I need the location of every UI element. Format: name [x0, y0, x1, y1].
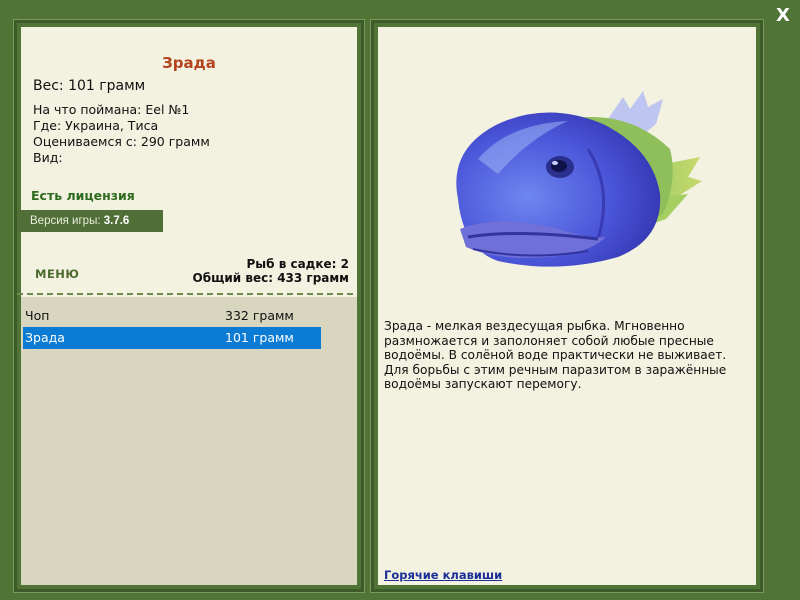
caught-on: На что поймана: Eel №1 [33, 102, 190, 117]
version-badge: Версия игры: 3.7.6 [18, 210, 163, 232]
version-value: 3.7.6 [103, 215, 130, 227]
fish-picture-panel: Зрада - мелкая вездесущая рыбка. Мгновен… [370, 19, 764, 593]
valued-from: Оцениваемся с: 290 грамм [33, 134, 210, 149]
list-item[interactable]: Чоп 332 грамм [23, 305, 321, 327]
keepnet-list: Чоп 332 грамм Зрада 101 грамм [21, 297, 357, 585]
list-item-selected[interactable]: Зрада 101 грамм [23, 327, 321, 349]
divider [17, 293, 353, 295]
fish-name-title: Зрада [162, 54, 216, 72]
fish-info-panel: Зрада Вес: 101 грамм На что поймана: Eel… [13, 19, 365, 593]
list-item-weight: 332 грамм [225, 308, 294, 323]
picture-area: Зрада - мелкая вездесущая рыбка. Мгновен… [378, 27, 756, 585]
list-item-weight: 101 грамм [225, 330, 294, 345]
fish-details: Зрада Вес: 101 грамм На что поймана: Eel… [18, 27, 357, 297]
total-weight: Общий вес: 433 грамм [192, 271, 349, 285]
close-button[interactable]: X [770, 4, 796, 28]
list-item-name: Зрада [25, 330, 65, 345]
fish-weight: Вес: 101 грамм [33, 78, 146, 94]
fish-count: Рыб в садке: 2 [246, 257, 350, 271]
fish-description: Зрада - мелкая вездесущая рыбка. Мгновен… [384, 319, 727, 391]
location: Где: Украина, Тиса [33, 118, 159, 133]
license-status: Есть лицензия [31, 188, 135, 203]
close-icon[interactable]: X [776, 5, 790, 26]
list-item-name: Чоп [25, 308, 50, 323]
fish-image [456, 91, 702, 267]
version-label: Версия игры: [30, 215, 104, 227]
hotkeys-link[interactable]: Горячие клавиши [384, 568, 502, 582]
menu-button[interactable]: МЕНЮ [35, 267, 79, 281]
species: Вид: [33, 150, 63, 165]
keepnet-stats: Рыб в садке: 2 Общий вес: 433 грамм [193, 257, 349, 285]
